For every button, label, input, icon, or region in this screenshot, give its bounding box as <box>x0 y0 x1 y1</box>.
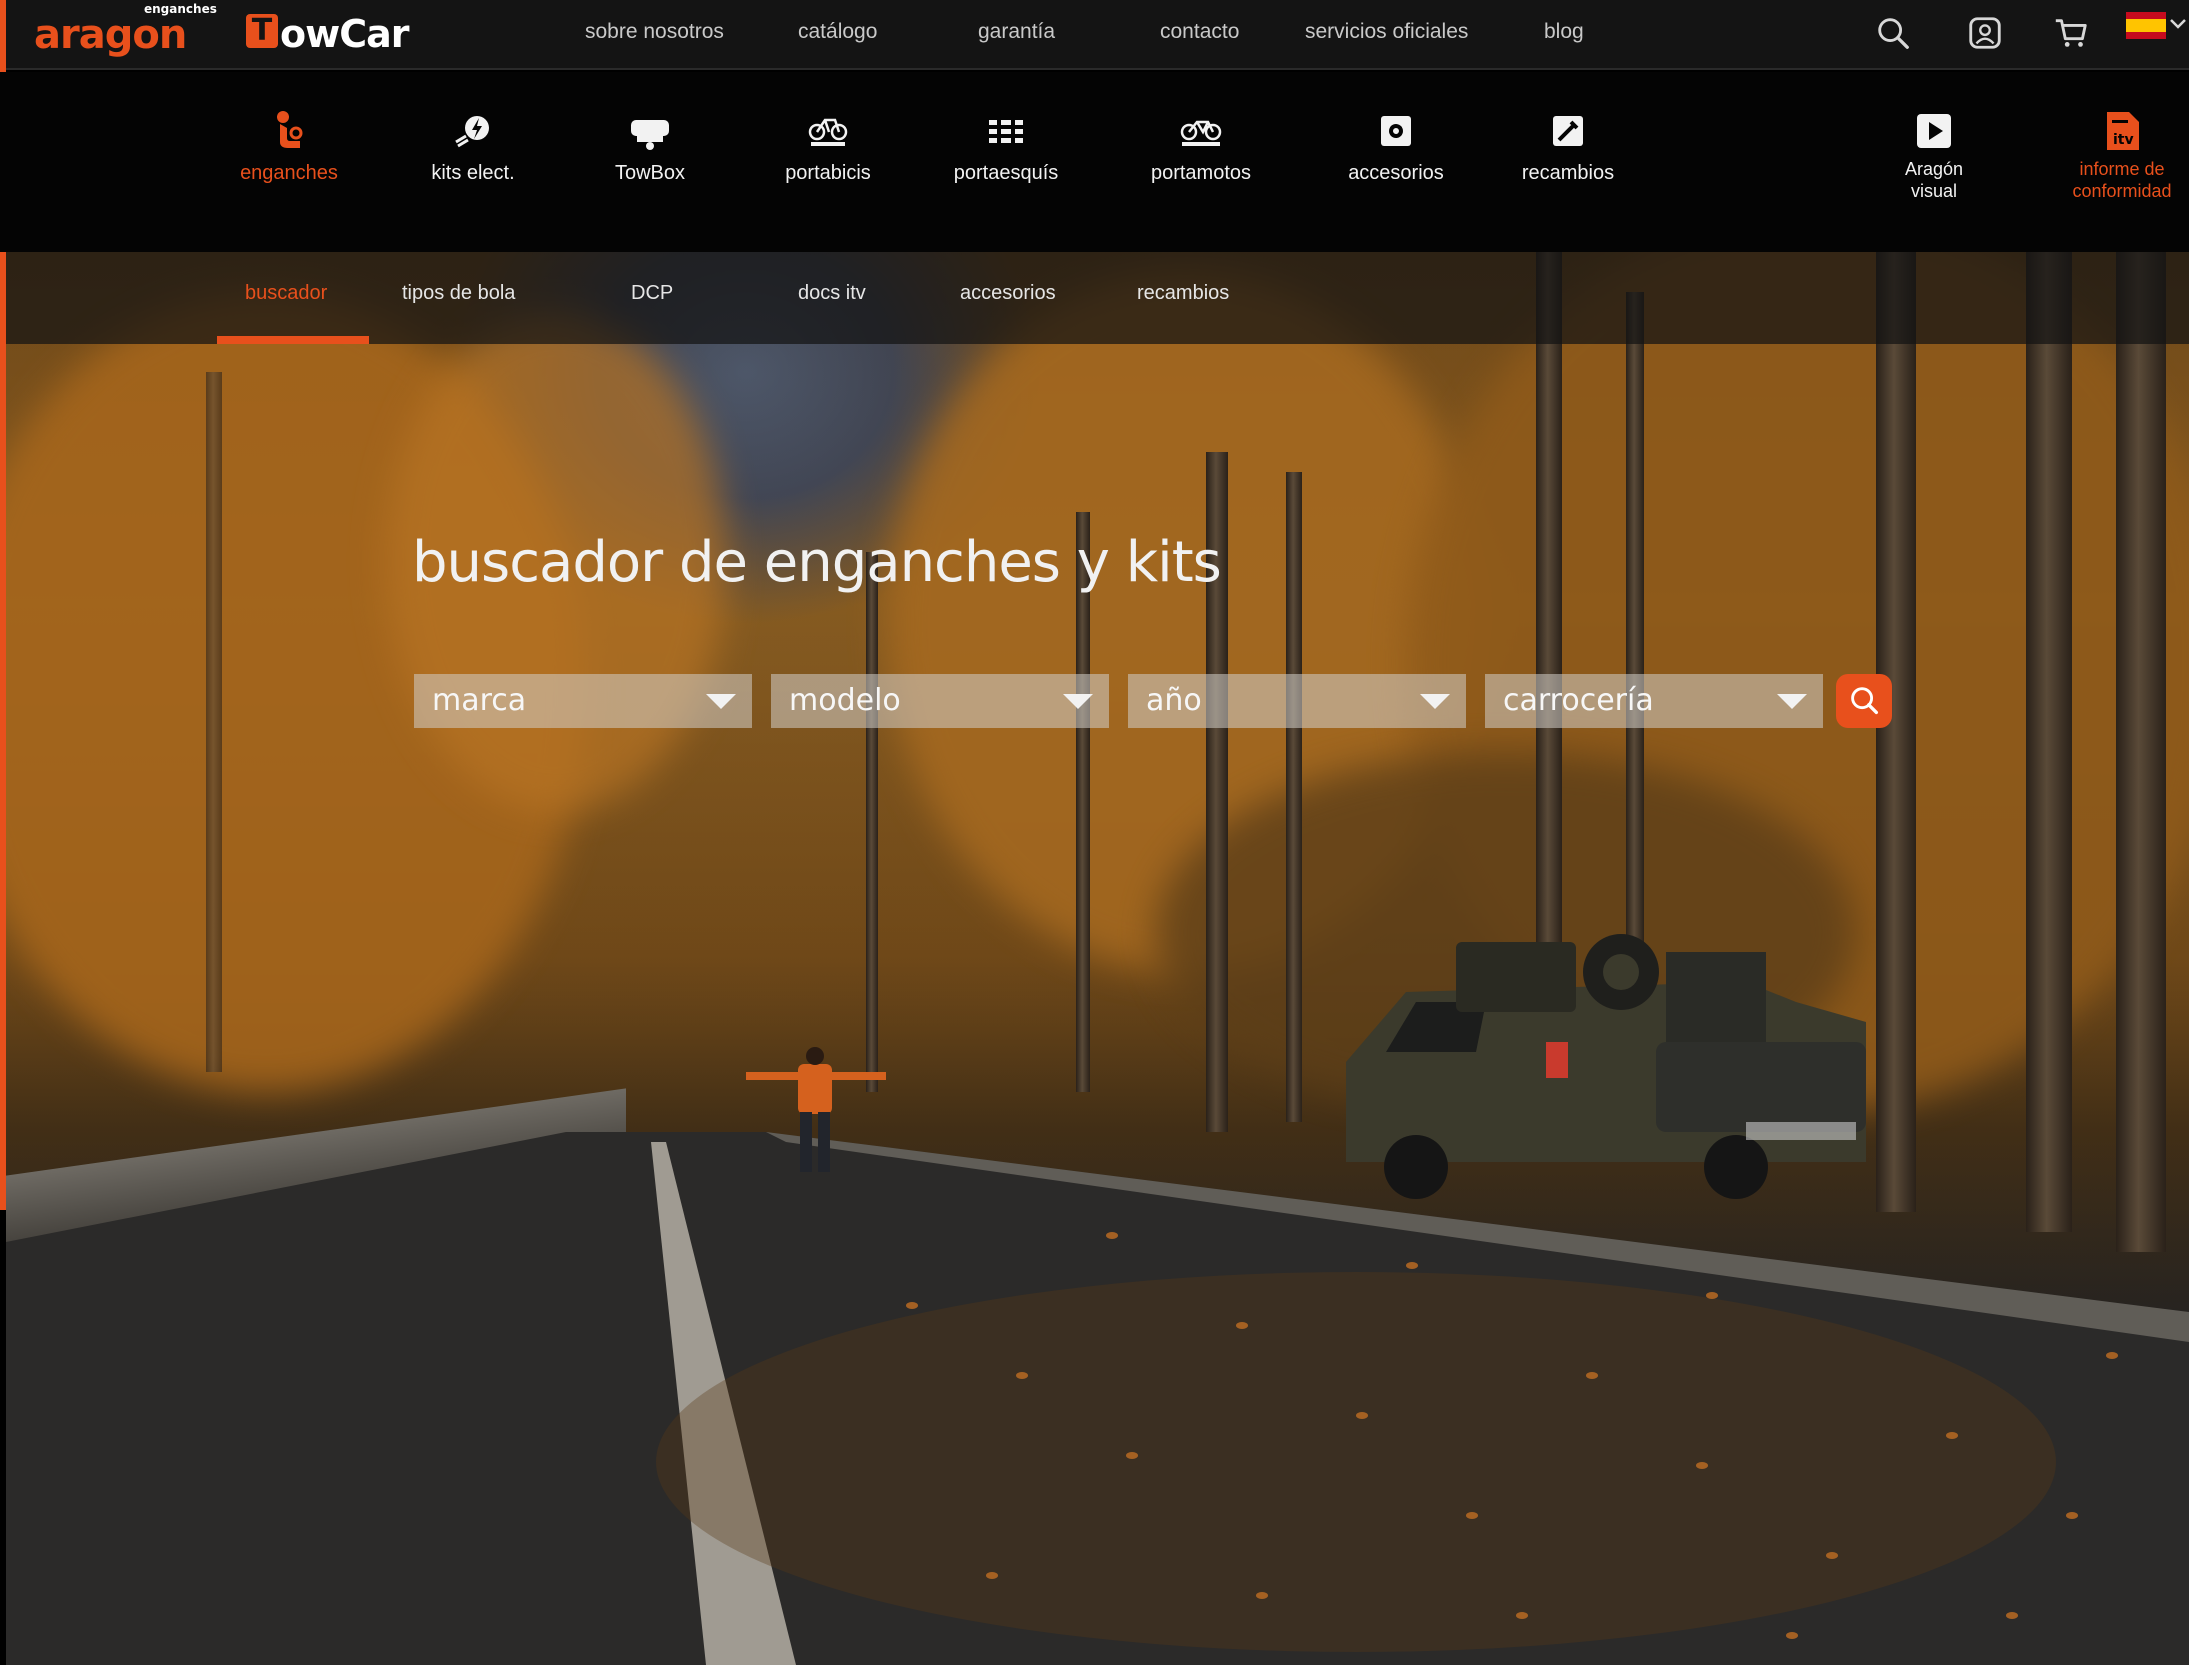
itv-document-icon: itv <box>2107 112 2139 150</box>
ano-select-value: año <box>1146 683 1202 718</box>
hero-background-image <box>6 252 2189 1665</box>
nav-servicios-oficiales[interactable]: servicios oficiales <box>1305 12 1468 52</box>
nav-contacto[interactable]: contacto <box>1160 12 1239 52</box>
subnav-tab-buscador[interactable]: buscador <box>245 282 327 305</box>
subnav-tab-accesorios[interactable]: accesorios <box>960 282 1056 305</box>
play-icon <box>1917 114 1951 148</box>
carroceria-select-value: carrocería <box>1503 683 1654 718</box>
van-illustration <box>1346 934 1866 1199</box>
category-kits-elect[interactable]: kits elect. <box>393 108 553 184</box>
aragon-logo-word: aragon <box>34 12 187 58</box>
category-portamotos[interactable]: portamotos <box>1121 108 1281 184</box>
ski-carrier-icon <box>989 118 1023 145</box>
marca-select[interactable]: marca <box>414 674 752 728</box>
category-label: portaesquís <box>953 162 1059 184</box>
category-informe-conformidad[interactable]: itv informe de conformidad <box>2042 108 2189 202</box>
category-label-line2: conformidad <box>2072 181 2172 201</box>
subnav-tab-docs-itv[interactable]: docs itv <box>798 282 866 305</box>
person-illustration <box>746 1047 886 1172</box>
category-aragon-visual[interactable]: Aragón visual <box>1854 108 2014 202</box>
category-enganches[interactable]: enganches <box>209 108 369 184</box>
category-label: enganches <box>240 162 338 184</box>
search-icon[interactable] <box>1870 10 1916 56</box>
spain-flag-icon[interactable] <box>2126 12 2166 39</box>
bike-carrier-icon <box>808 118 848 146</box>
marca-select-value: marca <box>432 683 527 718</box>
accessories-icon <box>1381 116 1411 146</box>
electric-plug-icon <box>455 116 489 148</box>
subnav-tab-tipos-de-bola[interactable]: tipos de bola <box>402 282 515 305</box>
nav-sobre-nosotros[interactable]: sobre nosotros <box>585 12 724 52</box>
category-portaesquis[interactable]: portaesquís <box>926 108 1086 184</box>
search-icon <box>1851 687 1879 715</box>
towcar-logo[interactable]: T owCar <box>246 8 422 56</box>
carroceria-select[interactable]: carrocería <box>1485 674 1823 728</box>
category-label: TowBox <box>614 162 686 184</box>
search-subnav: buscador tipos de bola DCP docs itv acce… <box>6 252 2189 344</box>
nav-blog[interactable]: blog <box>1544 12 1584 52</box>
nav-garantia[interactable]: garantía <box>978 12 1055 52</box>
page-title: buscador de enganches y kits <box>412 530 1222 595</box>
chevron-down-icon <box>706 694 736 709</box>
chevron-down-icon <box>1063 694 1093 709</box>
towcar-logo-box: T <box>246 14 278 48</box>
category-label: accesorios <box>1348 162 1444 184</box>
category-bar: enganches kits elect. TowBox portabicis … <box>0 72 2189 252</box>
towbox-icon <box>631 120 669 150</box>
search-button[interactable] <box>1836 674 1892 728</box>
ano-select[interactable]: año <box>1128 674 1466 728</box>
chevron-down-icon[interactable] <box>2168 10 2188 40</box>
cart-icon[interactable] <box>2048 10 2094 56</box>
svg-text:itv: itv <box>2113 132 2134 148</box>
modelo-select[interactable]: modelo <box>771 674 1109 728</box>
top-bar: aragon enganches T owCar sobre nosotros … <box>0 0 2189 70</box>
category-label: kits elect. <box>431 162 515 184</box>
chevron-down-icon <box>1420 694 1450 709</box>
category-label: portamotos <box>1150 162 1252 184</box>
category-label-line1: Aragón <box>1904 159 1964 179</box>
modelo-select-value: modelo <box>789 683 901 718</box>
category-label: portabicis <box>785 162 871 184</box>
chevron-down-icon <box>1777 694 1807 709</box>
category-accesorios[interactable]: accesorios <box>1316 108 1476 184</box>
motorbike-carrier-icon <box>1180 120 1222 146</box>
subnav-tab-recambios[interactable]: recambios <box>1137 282 1229 305</box>
towbar-icon <box>277 111 303 148</box>
nav-catalogo[interactable]: catálogo <box>798 12 877 52</box>
subnav-tab-dcp[interactable]: DCP <box>631 282 673 305</box>
towcar-logo-word: owCar <box>280 12 409 56</box>
category-towbox[interactable]: TowBox <box>570 108 730 184</box>
aragon-logo[interactable]: aragon enganches <box>34 2 217 60</box>
active-tab-indicator <box>217 336 369 344</box>
category-recambios[interactable]: recambios <box>1488 108 1648 184</box>
user-icon[interactable] <box>1962 10 2008 56</box>
spare-parts-icon <box>1553 116 1583 146</box>
category-label-line2: visual <box>1910 181 1958 201</box>
aragon-logo-tag: enganches <box>144 2 217 16</box>
category-portabicis[interactable]: portabicis <box>748 108 908 184</box>
category-label-line1: informe de <box>2079 159 2165 179</box>
category-label: recambios <box>1521 162 1615 184</box>
